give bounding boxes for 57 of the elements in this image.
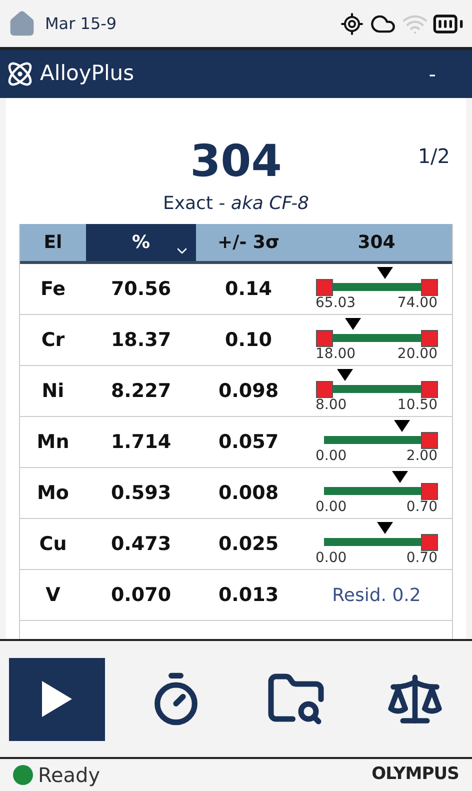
range-min: 65.03: [316, 295, 356, 311]
table-cell-text: Cr: [40, 328, 66, 353]
column-header[interactable]: +/- 3σ: [196, 224, 301, 261]
table-cell-text: Cu: [38, 532, 68, 557]
high-limit-flag: [420, 432, 438, 449]
table-cell-text: Fe: [39, 276, 67, 302]
range-min: 0.00: [316, 550, 347, 566]
table-cell-text: 0.098: [217, 378, 280, 404]
range-max: 0.70: [406, 550, 438, 566]
home-icon[interactable]: [8, 10, 36, 38]
table-cell-text: 0.025: [217, 532, 280, 557]
table-cell-text: 0.013: [217, 582, 280, 608]
high-limit-flag: [420, 483, 438, 500]
table-cell-text: 0.14: [224, 276, 273, 302]
table-cell-text: Mo: [36, 480, 70, 506]
table-cell-text: 0.473: [110, 532, 172, 557]
table-cell-text: 0.057: [217, 430, 280, 455]
high-limit-flag: [420, 534, 438, 551]
range-max: 20.00: [397, 346, 438, 362]
play-icon: [40, 679, 74, 719]
grade-title: 304: [190, 136, 282, 188]
menu-button[interactable]: -: [428, 59, 436, 89]
residual-value: Resid. 0.2: [332, 584, 421, 608]
table-cell-text: 8.227: [110, 378, 172, 404]
atom-icon: [6, 60, 34, 88]
range-min: 8.00: [316, 397, 347, 413]
range-max: 10.50: [397, 397, 438, 413]
status-text: Ready: [38, 762, 100, 789]
table-cell-text: V: [44, 582, 62, 608]
column-header[interactable]: %: [86, 224, 196, 261]
app-title: AlloyPlus: [40, 60, 134, 88]
high-limit-flag: [420, 279, 438, 296]
table-cell-text: Mn: [36, 430, 70, 455]
date-text: Mar 15-9: [45, 12, 117, 34]
table-cell-text: 0.008: [217, 480, 280, 506]
range-min: 18.00: [316, 346, 356, 362]
range-max: 0.70: [406, 499, 438, 515]
brand-logo: OLYMPUS: [372, 763, 459, 786]
table-cell-text: 18.37: [110, 328, 172, 353]
range-max: 2.00: [406, 448, 438, 464]
page-indicator[interactable]: 1/2: [418, 141, 450, 171]
table-cell-text: 1.714: [110, 430, 172, 455]
high-limit-flag: [420, 330, 438, 347]
range-max: 74.00: [397, 295, 438, 311]
column-header[interactable]: 304: [301, 224, 452, 261]
toolbar-button[interactable]: [9, 658, 105, 740]
high-limit-flag: [420, 381, 438, 398]
table-cell-text: 0.10: [224, 328, 273, 353]
range-min: 0.00: [316, 499, 347, 515]
match-text: Exact - aka CF-8: [162, 192, 310, 216]
column-header[interactable]: El: [20, 224, 86, 261]
table-cell-text: Ni: [40, 378, 66, 404]
crosshair-icon: [340, 12, 364, 36]
table-cell-text: 0.593: [110, 480, 172, 506]
table-cell-text: 0.070: [110, 582, 172, 608]
range-min: 0.00: [316, 448, 347, 464]
table-cell-text: 70.56: [110, 276, 172, 302]
